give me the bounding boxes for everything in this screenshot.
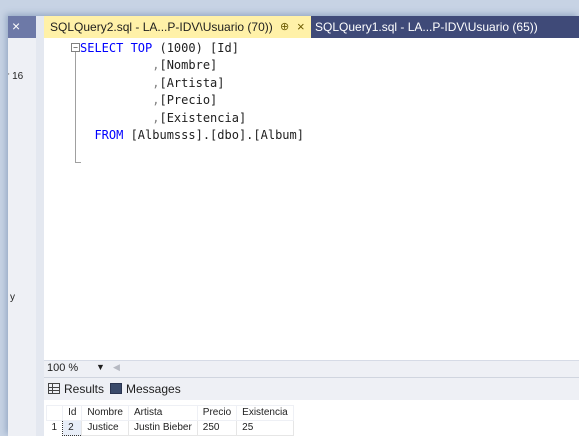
code-line: ,[Precio] (152, 93, 218, 108)
tab-messages[interactable]: Messages (110, 381, 181, 397)
zoom-dropdown-icon[interactable]: ▼ (96, 362, 105, 372)
tab-results-label: Results (64, 382, 105, 396)
zoom-level[interactable]: 100 % (47, 362, 78, 374)
pane-text-fragment: r 16 (8, 71, 24, 82)
pane-close-icon[interactable]: × (12, 18, 20, 34)
collapse-region-icon[interactable]: − (71, 43, 80, 52)
messages-icon (110, 383, 122, 394)
column-header[interactable]: Existencia (236, 405, 294, 421)
code-line: ,[Existencia] (152, 110, 247, 125)
tab-results[interactable]: Results (48, 381, 104, 397)
results-grid: Id Nombre Artista Precio Existencia 1 2 … (45, 405, 294, 436)
code-text[interactable]: SELECT TOP (1000) [Id] ,[Nombre] ,[Artis… (80, 40, 304, 144)
pane-text-fragment: y (10, 292, 15, 303)
grid-cell[interactable]: Justin Bieber (127, 420, 198, 436)
grid-cell[interactable]: 25 (236, 420, 294, 436)
document-tab-bar: SQLQuery2.sql - LA...P-IDV\Usuario (70))… (44, 16, 579, 38)
query-editor[interactable]: − SELECT TOP (1000) [Id] ,[Nombre] ,[Art… (44, 38, 579, 360)
grid-header-row: Id Nombre Artista Precio Existencia (45, 405, 294, 421)
results-grid-icon (48, 383, 60, 394)
column-header[interactable]: Nombre (81, 405, 129, 421)
row-number-header (45, 405, 64, 421)
scroll-left-icon[interactable]: ◀ (113, 362, 120, 373)
pane-header: × (8, 16, 36, 38)
grid-cell[interactable]: Justice (81, 420, 129, 436)
tab-sqlquery2[interactable]: SQLQuery2.sql - LA...P-IDV\Usuario (70))… (44, 16, 311, 38)
outline-guide-end (75, 162, 81, 163)
column-header[interactable]: Id (62, 405, 83, 421)
zoom-bar: 100 % ▼ ◀ (44, 360, 579, 377)
tab-title: SQLQuery1.sql - LA...P-IDV\Usuario (65)) (315, 20, 538, 34)
object-explorer-pane: × r 16 y (8, 16, 37, 436)
row-number[interactable]: 1 (47, 421, 63, 436)
code-line: ,[Nombre] (152, 58, 218, 73)
results-tab-strip: Results Messages (44, 377, 579, 400)
results-pane: Id Nombre Artista Precio Existencia 1 2 … (44, 400, 579, 436)
tab-sqlquery1[interactable]: SQLQuery1.sql - LA...P-IDV\Usuario (65)) (315, 16, 538, 38)
pin-icon[interactable]: ⊕ (280, 16, 289, 38)
code-line: SELECT TOP (1000) [Id] (80, 41, 239, 55)
tab-messages-label: Messages (126, 382, 181, 396)
code-line: ,[Artista] (152, 75, 225, 90)
grid-cell[interactable]: 2 (62, 420, 83, 436)
close-tab-icon[interactable]: × (297, 16, 305, 38)
column-header[interactable]: Precio (196, 405, 238, 421)
table-row[interactable]: 1 2 Justice Justin Bieber 250 25 (47, 420, 294, 436)
column-header[interactable]: Artista (127, 405, 198, 421)
grid-cell[interactable]: 250 (196, 420, 238, 436)
code-line: FROM [Albumsss].[dbo].[Album] (94, 128, 304, 143)
ssms-window: × r 16 y SQLQuery2.sql - LA...P-IDV\Usua… (8, 16, 579, 436)
outline-guide (75, 52, 76, 162)
tab-title: SQLQuery2.sql - LA...P-IDV\Usuario (70)) (50, 20, 273, 34)
